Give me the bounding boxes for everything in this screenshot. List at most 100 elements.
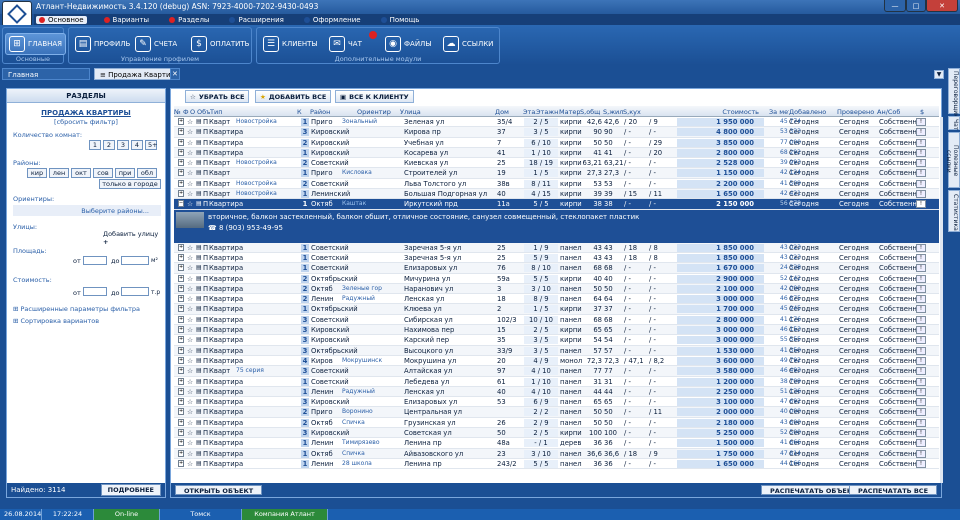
expand-toggle[interactable]: + xyxy=(178,264,184,272)
favorite-star-icon[interactable]: ☆ xyxy=(187,139,193,147)
favorite-star-icon[interactable]: ☆ xyxy=(187,305,193,313)
table-row[interactable]: + ☆ ▤ П Кварт 75 серия Советский Алтайская ул 97… xyxy=(174,366,939,377)
row-action-button[interactable]: ! xyxy=(916,190,926,199)
row-action-button[interactable]: ! xyxy=(916,274,926,283)
favorite-star-icon[interactable]: ☆ xyxy=(187,460,193,468)
tab-home[interactable]: Главная xyxy=(2,68,90,80)
row-action-button[interactable]: ! xyxy=(916,253,926,262)
room-option-1[interactable]: 1 xyxy=(89,140,101,150)
table-row[interactable]: + ☆ ▤ П Кварт Новостройка Советский Киевская ул… xyxy=(174,158,939,169)
favorite-star-icon[interactable]: ☆ xyxy=(187,347,193,355)
column-header[interactable]: Этаж xyxy=(523,108,536,116)
table-row[interactable]: + ☆ ▤ П Квартира Октяб Спичка Грузинская ул 26 50… xyxy=(174,418,939,429)
expand-toggle[interactable]: + xyxy=(178,169,184,177)
chat-button[interactable]: ✉ ЧАТ xyxy=(329,33,362,55)
close-tab-button[interactable]: ✕ xyxy=(170,68,180,80)
table-row[interactable]: + ☆ ▤ П Кварт Новостройка Ленинский Большая Под… xyxy=(174,189,939,200)
close-window-button[interactable]: ✕ xyxy=(926,0,958,12)
scrollbar[interactable] xyxy=(940,117,943,483)
table-row[interactable]: + ☆ ▤ П Квартира Советский Сибирская ул 102/3 68… xyxy=(174,315,939,326)
favorite-star-icon[interactable]: ☆ xyxy=(187,149,193,157)
table-row[interactable]: + ☆ ▤ П Квартира Октябрьский Высоцкого ул 33/9 5… xyxy=(174,345,939,356)
expand-toggle[interactable]: + xyxy=(178,346,184,354)
table-row[interactable]: + ☆ ▤ П Квартира Приго Воронино Центральная ул 5… xyxy=(174,407,939,418)
expand-toggle[interactable]: + xyxy=(178,429,184,437)
column-header[interactable]: Стоимость xyxy=(645,108,765,116)
column-header[interactable]: О xyxy=(190,108,197,116)
menu-item-1[interactable]: Варианты xyxy=(101,16,153,24)
row-action-button[interactable]: ! xyxy=(916,243,926,252)
expand-toggle[interactable]: + xyxy=(178,243,184,251)
favorite-star-icon[interactable]: ☆ xyxy=(187,336,193,344)
expand-toggle[interactable]: + xyxy=(178,326,184,334)
favorite-star-icon[interactable]: ☆ xyxy=(187,429,193,437)
row-action-button[interactable]: ! xyxy=(916,439,926,448)
side-tab-2[interactable]: Полезные ссылки xyxy=(945,132,960,188)
row-action-button[interactable]: ! xyxy=(916,179,926,188)
table-row[interactable]: + ☆ ▤ П Квартира Кировский Советская ул 50 100/ … xyxy=(174,428,939,439)
area-from-input[interactable] xyxy=(83,256,107,265)
district-option-лен[interactable]: лен xyxy=(49,168,69,178)
expand-toggle[interactable]: + xyxy=(178,118,184,125)
favorite-star-icon[interactable]: ☆ xyxy=(187,388,193,396)
expand-toggle[interactable]: + xyxy=(178,377,184,385)
expand-toggle[interactable]: + xyxy=(178,179,184,187)
favorite-star-icon[interactable]: ☆ xyxy=(187,295,193,303)
expand-toggle[interactable]: + xyxy=(178,148,184,156)
table-row[interactable]: + ☆ ▤ П Кварт Новостройка Советский Льва Толсто… xyxy=(174,179,939,190)
table-row[interactable]: + ☆ ▤ П Квартира Советский Заречная 5-я ул 25 43… xyxy=(174,242,939,253)
row-action-button[interactable]: ! xyxy=(916,148,926,157)
expand-toggle[interactable]: + xyxy=(178,253,184,261)
expand-toggle[interactable]: + xyxy=(178,138,184,146)
sort-link[interactable]: ⊞ Сортировка вариантов xyxy=(13,317,99,325)
photo-thumbnail[interactable] xyxy=(176,211,204,228)
row-action-button[interactable]: ! xyxy=(916,346,926,355)
expand-toggle[interactable]: + xyxy=(178,190,184,198)
table-row[interactable]: + ☆ ▤ П Квартира Кировский Косарева ул 41 41/ - /… xyxy=(174,147,939,159)
reset-filter-link[interactable]: [сбросить фильтр] xyxy=(54,118,118,126)
favorite-star-icon[interactable]: ☆ xyxy=(187,200,193,208)
row-action-button[interactable]: ! xyxy=(916,169,926,178)
favorite-star-icon[interactable]: ☆ xyxy=(187,378,193,386)
add-all-button[interactable]: ★ ДОБАВИТЬ ВСЕ xyxy=(255,90,332,103)
row-action-button[interactable]: ! xyxy=(916,200,926,209)
price-from-input[interactable] xyxy=(83,287,107,296)
expand-toggle[interactable]: + xyxy=(178,408,184,416)
row-action-button[interactable]: ! xyxy=(916,284,926,293)
table-row[interactable]: + ☆ ▤ П Квартира Кировский Нахимова пер 15 65/ -… xyxy=(174,325,939,336)
column-header[interactable]: S,кух xyxy=(623,108,645,116)
expand-toggle[interactable]: + xyxy=(178,356,184,364)
maximize-button[interactable]: □ xyxy=(906,0,926,12)
favorite-star-icon[interactable]: ☆ xyxy=(187,128,193,136)
expand-toggle[interactable]: + xyxy=(178,439,184,447)
expand-toggle[interactable]: − xyxy=(178,200,184,208)
files-button[interactable]: ◉ ФАЙЛЫ xyxy=(385,33,432,55)
side-tab-3[interactable]: Статистика xyxy=(948,190,960,232)
open-object-button[interactable]: ОТКРЫТЬ ОБЪЕКТ xyxy=(175,485,263,495)
table-row[interactable]: + ☆ ▤ П Квартира Октяб Спичка Айвазовского ул 23… xyxy=(174,448,939,459)
app-logo[interactable] xyxy=(2,1,32,27)
expand-toggle[interactable]: + xyxy=(178,305,184,313)
favorite-star-icon[interactable]: ☆ xyxy=(187,275,193,283)
row-action-button[interactable]: ! xyxy=(916,264,926,273)
clients-button[interactable]: ☰ КЛИЕНТЫ xyxy=(263,33,318,55)
row-action-button[interactable]: ! xyxy=(916,356,926,365)
expand-toggle[interactable]: + xyxy=(178,398,184,406)
row-action-button[interactable]: ! xyxy=(916,377,926,386)
column-header[interactable]: Район xyxy=(310,108,357,116)
favorite-star-icon[interactable]: ☆ xyxy=(187,408,193,416)
sections-header[interactable]: РАЗДЕЛЫ xyxy=(7,89,165,103)
pay-button[interactable]: $ ОПЛАТИТЬ xyxy=(191,33,249,55)
room-option-3[interactable]: 3 xyxy=(117,140,129,150)
district-option-кир[interactable]: кир xyxy=(27,168,47,178)
column-header[interactable]: $ xyxy=(920,108,940,116)
table-row[interactable]: + ☆ ▤ П Квартира Ленин Радужный Ленская ул 40 44/… xyxy=(174,386,939,398)
add-street-button[interactable]: Добавить улицу + xyxy=(103,230,165,246)
favorite-star-icon[interactable]: ☆ xyxy=(187,264,193,272)
menu-item-0[interactable]: Основное xyxy=(36,15,87,24)
room-option-5+[interactable]: 5+ xyxy=(145,140,158,150)
column-header[interactable]: Тип xyxy=(210,108,290,116)
district-option-при[interactable]: при xyxy=(115,168,135,178)
print-all-button[interactable]: РАСПЕЧАТАТЬ ВСЕ xyxy=(849,485,938,495)
expand-toggle[interactable]: + xyxy=(178,387,184,395)
